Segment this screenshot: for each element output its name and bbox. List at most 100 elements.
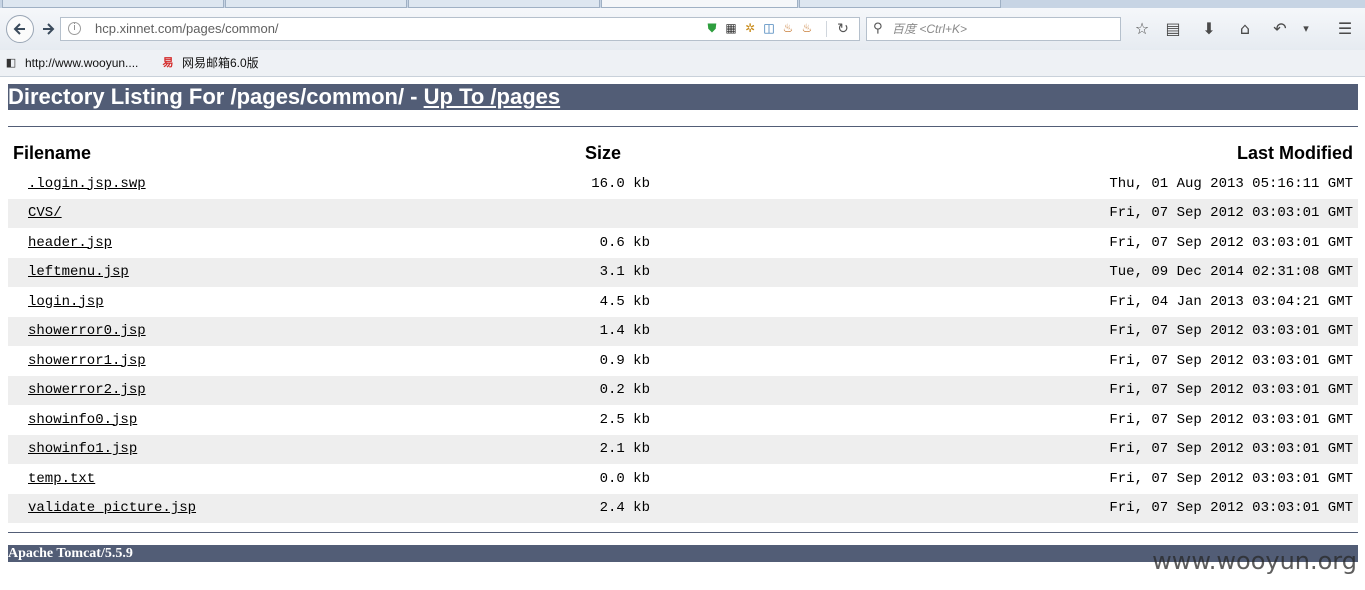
file-link[interactable]: showerror1.jsp — [28, 353, 146, 369]
table-row: showerror2.jsp 0.2 kb Fri, 07 Sep 2012 03:… — [8, 375, 1358, 405]
file-link[interactable]: showinfo1.jsp — [28, 441, 137, 457]
filename-cell: .login.jsp.swp — [8, 169, 548, 199]
site-favicon-icon: ◧ — [5, 56, 17, 69]
directory-listing-table: Filename Size Last Modified .login.jsp.s… — [8, 137, 1358, 523]
file-link[interactable]: validate_picture.jsp — [28, 500, 196, 516]
filename-cell: header.jsp — [8, 228, 548, 258]
bookmark-label: http://www.wooyun.... — [25, 56, 139, 70]
translate-icon[interactable]: ◫ — [761, 20, 777, 36]
title-text: Directory Listing For /pages/common/ - — [8, 84, 424, 109]
search-icon: ⚲ — [873, 21, 883, 36]
table-header-row: Filename Size Last Modified — [8, 137, 1358, 169]
filename-cell: CVS/ — [8, 198, 548, 228]
table-row: validate_picture.jsp 2.4 kb Fri, 07 Sep 20… — [8, 493, 1358, 523]
last-modified-cell: Fri, 07 Sep 2012 03:03:01 GMT — [1109, 352, 1353, 369]
chevron-down-icon[interactable]: ▾ — [1295, 18, 1317, 40]
browser-tab[interactable] — [408, 0, 600, 8]
file-rows: .login.jsp.swp 16.0 kb Thu, 01 Aug 2013 05… — [8, 169, 1358, 523]
size-cell: 4.5 kb — [599, 293, 650, 310]
file-link[interactable]: temp.txt — [28, 471, 95, 487]
url-text[interactable]: hcp.xinnet.com/pages/common/ — [95, 21, 279, 37]
size-cell: 2.1 kb — [548, 434, 658, 464]
bookmarks-bar: ◧ http://www.wooyun.... 易 网易邮箱6.0版 — [0, 50, 1365, 77]
last-modified-cell: Fri, 04 Jan 2013 03:04:21 GMT — [1109, 293, 1353, 310]
home-icon[interactable]: ⌂ — [1234, 18, 1256, 40]
last-modified-cell: Fri, 07 Sep 2012 03:03:01 GMT — [1109, 470, 1353, 487]
size-cell: 0.6 kb — [599, 234, 650, 251]
size-cell: 0.9 kb — [599, 352, 650, 369]
last-modified-cell: Fri, 07 Sep 2012 03:03:01 GMT — [1109, 411, 1353, 428]
table-row: header.jsp 0.6 kb Fri, 07 Sep 2012 03:03:0… — [8, 228, 1358, 258]
forward-button[interactable] — [37, 19, 59, 39]
filename-cell: showinfo1.jsp — [8, 434, 548, 464]
last-modified-cell: Fri, 07 Sep 2012 03:03:01 GMT — [658, 434, 1358, 464]
menu-icon[interactable]: ☰ — [1334, 18, 1356, 40]
filename-cell: validate_picture.jsp — [8, 493, 548, 523]
size-cell: 0.0 kb — [599, 470, 650, 487]
filename-cell: login.jsp — [8, 287, 548, 317]
file-link[interactable]: header.jsp — [28, 235, 112, 251]
filename-cell: showerror0.jsp — [8, 316, 548, 346]
back-button[interactable] — [6, 15, 34, 43]
file-link[interactable]: showinfo0.jsp — [28, 412, 137, 428]
download-icon[interactable]: ⬇ — [1198, 18, 1220, 40]
page-content: Directory Listing For /pages/common/ - U… — [8, 84, 1358, 533]
table-row: temp.txt 0.0 kb Fri, 07 Sep 2012 03:03:01 … — [8, 464, 1358, 494]
last-modified-cell: Fri, 07 Sep 2012 03:03:01 GMT — [658, 316, 1358, 346]
last-modified-cell: Fri, 07 Sep 2012 03:03:01 GMT — [658, 493, 1358, 523]
bookmark-star-icon[interactable]: ☆ — [1131, 18, 1153, 40]
filename-cell: temp.txt — [8, 464, 548, 494]
page-title: Directory Listing For /pages/common/ - U… — [8, 84, 1358, 110]
file-link[interactable]: showerror0.jsp — [28, 323, 146, 339]
size-cell: 2.4 kb — [548, 493, 658, 523]
file-link[interactable]: .login.jsp.swp — [28, 176, 146, 192]
netease-mail-icon: 易 — [162, 56, 174, 69]
browser-tab[interactable] — [2, 0, 224, 8]
file-link[interactable]: login.jsp — [28, 294, 104, 310]
file-link[interactable]: leftmenu.jsp — [28, 264, 129, 280]
bug-icon[interactable]: ✲ — [742, 20, 758, 36]
qr-code-icon[interactable]: ▦ — [723, 20, 739, 36]
browser-tab[interactable] — [799, 0, 1001, 8]
browser-tab-active[interactable] — [601, 0, 798, 8]
reading-list-icon[interactable]: ▤ — [1162, 18, 1184, 40]
filename-header: Filename — [13, 143, 92, 163]
separator — [826, 21, 827, 37]
bookmark-item[interactable]: ◧ http://www.wooyun.... — [3, 54, 139, 72]
filename-cell: leftmenu.jsp — [8, 257, 548, 287]
java-icon[interactable]: ♨ — [799, 20, 815, 36]
table-row: showerror1.jsp 0.9 kb Fri, 07 Sep 2012 03:… — [8, 346, 1358, 376]
last-modified-header: Last Modified — [1237, 143, 1353, 163]
bookmark-item[interactable]: 易 网易邮箱6.0版 — [160, 54, 259, 72]
table-row: CVS/Fri, 07 Sep 2012 03:03:01 GMT — [8, 198, 1358, 228]
last-modified-cell: Thu, 01 Aug 2013 05:16:11 GMT — [1109, 175, 1353, 192]
table-row: login.jsp 4.5 kb Fri, 04 Jan 2013 03:04:21… — [8, 287, 1358, 317]
file-link[interactable]: showerror2.jsp — [28, 382, 146, 398]
last-modified-cell: Fri, 07 Sep 2012 03:03:01 GMT — [1109, 234, 1353, 251]
size-cell — [548, 198, 658, 228]
size-cell: 1.4 kb — [548, 316, 658, 346]
up-to-parent-link[interactable]: Up To /pages — [424, 84, 561, 109]
forward-arrow-icon — [43, 23, 55, 35]
info-icon[interactable]: i — [68, 22, 81, 35]
table-row: showinfo1.jsp 2.1 kb Fri, 07 Sep 2012 03:0… — [8, 434, 1358, 464]
size-cell: 3.1 kb — [548, 257, 658, 287]
reload-icon[interactable]: ↻ — [835, 20, 851, 38]
table-row: leftmenu.jsp 3.1 kb Tue, 09 Dec 2014 02:31… — [8, 257, 1358, 287]
browser-tab[interactable] — [225, 0, 407, 8]
table-row: showerror0.jsp 1.4 kb Fri, 07 Sep 2012 03:… — [8, 316, 1358, 346]
search-box[interactable]: ⚲ 百度 <Ctrl+K> — [866, 17, 1121, 41]
file-link[interactable]: CVS/ — [28, 205, 62, 221]
filename-cell: showinfo0.jsp — [8, 405, 548, 435]
shield-icon[interactable]: ⛊ — [704, 20, 720, 36]
last-modified-cell: Fri, 07 Sep 2012 03:03:01 GMT — [658, 198, 1358, 228]
undo-icon[interactable]: ↶ — [1269, 18, 1291, 40]
table-row: .login.jsp.swp 16.0 kb Thu, 01 Aug 2013 05… — [8, 169, 1358, 199]
size-cell: 0.2 kb — [548, 375, 658, 405]
address-bar[interactable]: i hcp.xinnet.com/pages/common/ ⛊ ▦ ✲ ◫ ♨… — [60, 17, 860, 41]
last-modified-cell: Fri, 07 Sep 2012 03:03:01 GMT — [658, 375, 1358, 405]
java-icon[interactable]: ♨ — [780, 20, 796, 36]
